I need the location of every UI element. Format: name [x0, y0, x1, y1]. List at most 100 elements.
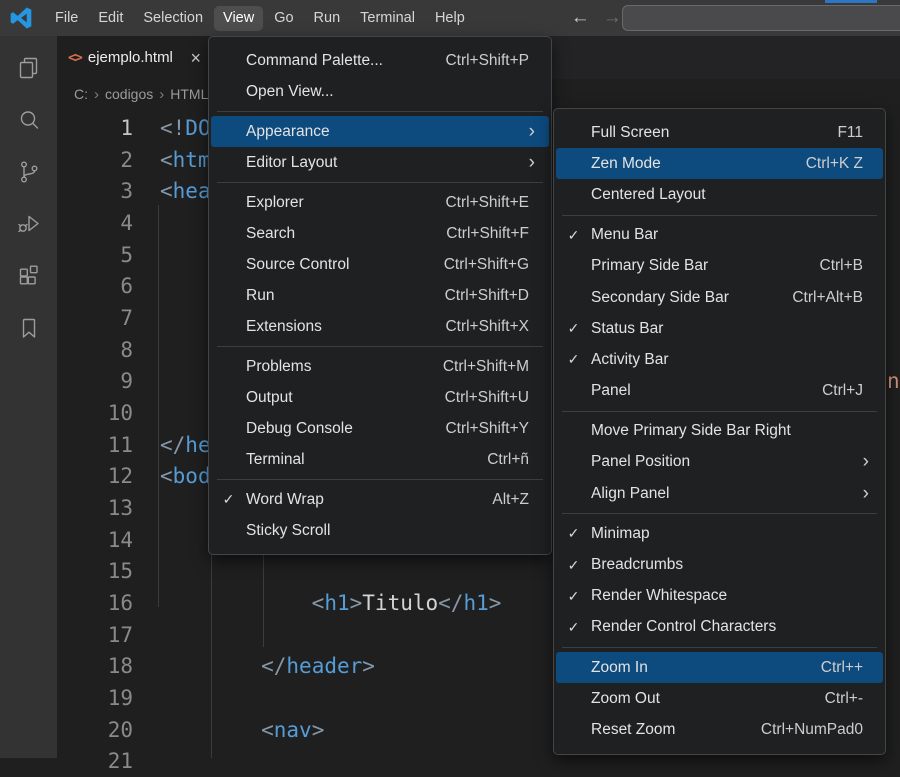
activitybar-extensions-button[interactable] [5, 250, 53, 302]
menu-separator [562, 411, 877, 412]
menu-item-terminal[interactable]: TerminalCtrl+ñ [211, 444, 549, 475]
extensions-icon [16, 263, 42, 289]
checkmark-icon: ✓ [556, 320, 591, 337]
menu-item-source-control[interactable]: Source Control Ctrl+Shift+G [211, 249, 549, 280]
menu-item-problems[interactable]: ProblemsCtrl+Shift+M [211, 351, 549, 382]
menu-item-label: Status Bar [591, 320, 663, 338]
titlebar-accent-strip [825, 0, 877, 3]
menu-item-reset-zoom[interactable]: Reset ZoomCtrl+NumPad0 [556, 714, 883, 745]
menu-item-open-view[interactable]: Open View... [211, 76, 549, 107]
code-text: </header> [160, 650, 375, 682]
menu-item-activity-bar[interactable]: ✓Activity Bar [556, 344, 883, 375]
menu-item-label: Full Screen [591, 124, 669, 142]
line-number: 14 [57, 524, 133, 556]
menu-item-word-wrap[interactable]: ✓Word WrapAlt+Z [211, 484, 549, 515]
menu-item-output[interactable]: Output Ctrl+Shift+U [211, 382, 549, 413]
menu-item-status-bar[interactable]: ✓Status Bar [556, 313, 883, 344]
activitybar-source-control-button[interactable] [5, 146, 53, 198]
breadcrumb-separator-icon: › [94, 86, 99, 103]
menu-separator [562, 513, 877, 514]
line-number: 21 [57, 745, 133, 777]
menu-item-label: Appearance [246, 123, 330, 141]
menubar-item-selection[interactable]: Selection [134, 6, 212, 31]
breadcrumb-segment[interactable]: codigos [105, 86, 153, 102]
activitybar-explorer-button[interactable] [5, 42, 53, 94]
checkmark-icon: ✓ [211, 491, 246, 508]
menubar-item-edit[interactable]: Edit [89, 6, 132, 31]
breadcrumb-segment[interactable]: HTML [170, 86, 208, 102]
menu-item-panel[interactable]: PanelCtrl+J [556, 376, 883, 407]
menu-item-full-screen[interactable]: Full ScreenF11 [556, 117, 883, 148]
menu-item-minimap[interactable]: ✓Minimap [556, 518, 883, 549]
menu-shortcut: Ctrl+Shift+U [445, 389, 549, 407]
activitybar-bookmarks-button[interactable] [5, 302, 53, 354]
menu-shortcut: Ctrl++ [821, 659, 883, 677]
titlebar: FileEditSelectionViewGoRunTerminalHelp ←… [0, 0, 900, 36]
menu-item-secondary-side-bar[interactable]: Secondary Side BarCtrl+Alt+B [556, 282, 883, 313]
menu-item-label: Zoom Out [591, 690, 660, 708]
code-text: <htm [160, 144, 211, 176]
menu-item-editor-layout[interactable]: Editor Layout› [211, 147, 549, 178]
menu-shortcut: Ctrl+Shift+D [445, 287, 549, 305]
menu-item-label: Output [246, 389, 293, 407]
menu-item-move-primary-side-bar-right[interactable]: Move Primary Side Bar Right [556, 416, 883, 447]
menu-item-menu-bar[interactable]: ✓Menu Bar [556, 220, 883, 251]
line-number: 7 [57, 302, 133, 334]
menu-item-label: Source Control [246, 256, 349, 274]
menubar-item-run[interactable]: Run [305, 6, 350, 31]
tab-label: ejemplo.html [88, 49, 184, 66]
menu-item-render-control-characters[interactable]: ✓Render Control Characters [556, 612, 883, 643]
nav-forward-icon[interactable]: → [603, 7, 622, 29]
html-file-icon: <> [68, 50, 81, 66]
line-number: 11 [57, 429, 133, 461]
activity-bar [0, 36, 57, 758]
menubar-item-terminal[interactable]: Terminal [351, 6, 424, 31]
menu-separator [217, 182, 543, 183]
checkmark-icon: ✓ [556, 351, 591, 368]
tab-ejemplo-html[interactable]: <> ejemplo.html × [57, 36, 209, 79]
menubar-item-help[interactable]: Help [426, 6, 474, 31]
menu-item-primary-side-bar[interactable]: Primary Side BarCtrl+B [556, 251, 883, 282]
menu-shortcut: Ctrl+Shift+G [444, 256, 549, 274]
menu-item-label: Menu Bar [591, 226, 658, 244]
menu-item-sticky-scroll[interactable]: Sticky Scroll [211, 515, 549, 546]
menu-shortcut: Ctrl+Shift+E [445, 194, 549, 212]
menu-item-panel-position[interactable]: Panel Position› [556, 447, 883, 478]
line-number: 4 [57, 207, 133, 239]
menu-item-centered-layout[interactable]: Centered Layout [556, 179, 883, 210]
menu-item-run[interactable]: RunCtrl+Shift+D [211, 280, 549, 311]
nav-arrows: ← → [571, 7, 622, 29]
menubar-item-view[interactable]: View [214, 6, 263, 31]
menu-separator [217, 346, 543, 347]
activitybar-search-button[interactable] [5, 94, 53, 146]
menu-shortcut: Alt+Z [492, 491, 549, 509]
menubar-item-go[interactable]: Go [265, 6, 302, 31]
menu-item-debug-console[interactable]: Debug ConsoleCtrl+Shift+Y [211, 413, 549, 444]
menu-item-breadcrumbs[interactable]: ✓Breadcrumbs [556, 549, 883, 580]
menu-item-align-panel[interactable]: Align Panel› [556, 478, 883, 509]
menu-shortcut: Ctrl+Shift+Y [445, 420, 549, 438]
menubar-item-file[interactable]: File [46, 6, 87, 31]
menu-item-label: Search [246, 225, 295, 243]
command-center-search[interactable] [622, 5, 900, 31]
menu-item-command-palette[interactable]: Command Palette...Ctrl+Shift+P [211, 45, 549, 76]
nav-back-icon[interactable]: ← [571, 7, 590, 29]
tab-close-icon[interactable]: × [190, 50, 201, 66]
menu-item-search[interactable]: SearchCtrl+Shift+F [211, 218, 549, 249]
line-number: 16 [57, 587, 133, 619]
menu-item-appearance[interactable]: Appearance› [211, 116, 549, 147]
line-number: 5 [57, 239, 133, 271]
menu-item-zen-mode[interactable]: Zen ModeCtrl+K Z [556, 148, 883, 179]
activitybar-run-debug-button[interactable] [5, 198, 53, 250]
menu-item-zoom-in[interactable]: Zoom InCtrl++ [556, 652, 883, 683]
breadcrumb-segment[interactable]: C: [74, 86, 88, 102]
menu-item-extensions[interactable]: ExtensionsCtrl+Shift+X [211, 311, 549, 342]
menu-item-explorer[interactable]: ExplorerCtrl+Shift+E [211, 187, 549, 218]
menu-item-render-whitespace[interactable]: ✓Render Whitespace [556, 581, 883, 612]
menu-shortcut: Ctrl+NumPad0 [761, 721, 883, 739]
menu-item-zoom-out[interactable]: Zoom OutCtrl+- [556, 683, 883, 714]
menu-item-label: Align Panel [591, 485, 669, 503]
menu-shortcut: Ctrl+K Z [806, 155, 883, 173]
checkmark-icon: ✓ [556, 588, 591, 605]
line-number: 2 [57, 144, 133, 176]
